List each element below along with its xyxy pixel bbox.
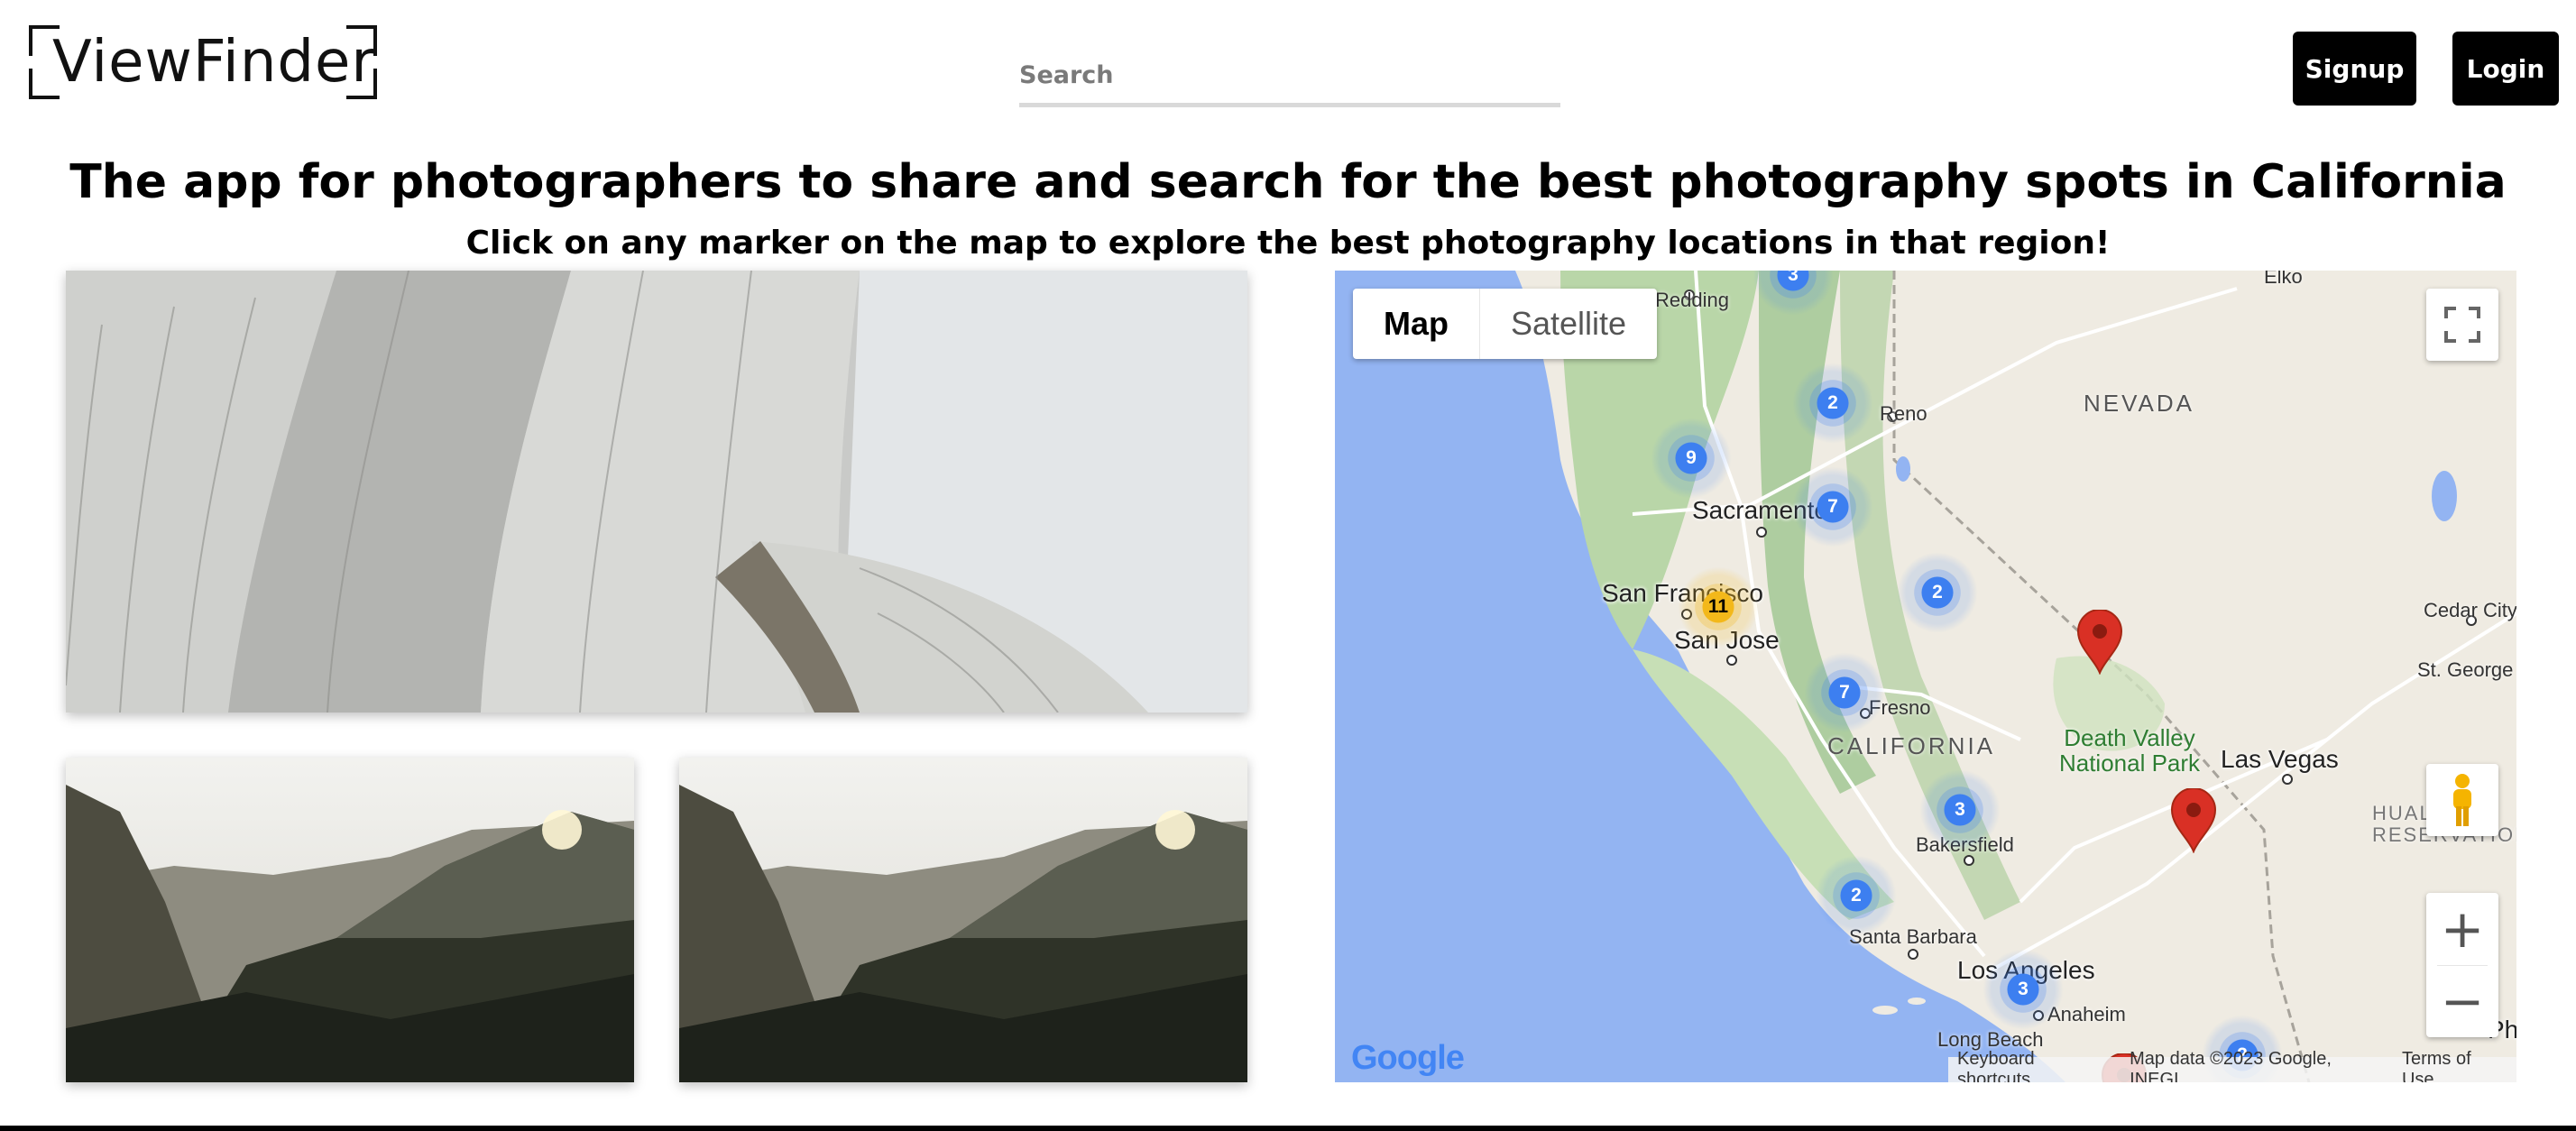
fullscreen-button[interactable] xyxy=(2426,289,2498,361)
logo-wordmark: ViewFinder xyxy=(52,29,376,96)
map-cluster-marker[interactable]: 2 xyxy=(1792,363,1873,444)
google-logo-text: Google xyxy=(1351,1039,1465,1077)
map-cluster-marker[interactable]: 2 xyxy=(1897,552,1978,633)
map-label-death-valley: Death Valley National Park xyxy=(2058,724,2201,777)
map-label-nevada: NEVADA xyxy=(2084,390,2194,417)
map-cluster-marker[interactable]: 9 xyxy=(1651,418,1732,499)
architecture-image xyxy=(66,271,1247,713)
search-input[interactable] xyxy=(1019,47,1560,107)
page-title: The app for photographers to share and s… xyxy=(69,155,2507,209)
california-map[interactable]: Redding Elko Reno NEVADA Sacramento San … xyxy=(1335,271,2516,1082)
zoom-in-icon[interactable]: + xyxy=(2426,893,2498,965)
map-label-st-george: St. George xyxy=(2417,658,2514,681)
map-type-map-button[interactable]: Map xyxy=(1353,289,1479,359)
map-pin-icon[interactable] xyxy=(2076,610,2123,675)
map-label-las-vegas: Las Vegas xyxy=(2221,745,2339,773)
map-type-toggle[interactable]: Map Satellite xyxy=(1353,289,1658,359)
viewfinder-logo[interactable]: ViewFinder xyxy=(29,25,377,99)
map-label-reno: Reno xyxy=(1880,402,1927,425)
cluster-count: 3 xyxy=(1955,799,1965,820)
cluster-count: 2 xyxy=(1932,582,1943,602)
map-cluster-marker[interactable]: 7 xyxy=(1804,652,1885,733)
cluster-count: 2 xyxy=(1827,392,1838,413)
zoom-control[interactable]: + − xyxy=(2426,893,2498,1037)
fullscreen-icon xyxy=(2444,307,2480,343)
pegman-icon xyxy=(2453,774,2471,826)
featured-photo-architecture[interactable] xyxy=(66,271,1247,713)
login-button[interactable]: Login xyxy=(2452,32,2559,106)
map-cluster-marker[interactable]: 3 xyxy=(1983,949,2064,1030)
keyboard-shortcuts-link[interactable]: Keyboard shortcuts xyxy=(1948,1049,2121,1082)
terms-of-use-link[interactable]: Terms of Use xyxy=(2393,1049,2516,1082)
signup-button[interactable]: Signup xyxy=(2293,32,2416,106)
page-subtitle: Click on any marker on the map to explor… xyxy=(465,225,2111,262)
cluster-count: 9 xyxy=(1686,447,1697,468)
cluster-count: 11 xyxy=(1707,596,1729,617)
map-data-credit: Map data ©2023 Google, INEGI xyxy=(2130,1049,2332,1082)
map-type-satellite-button[interactable]: Satellite xyxy=(1479,289,1657,359)
map-label-california: CALIFORNIA xyxy=(1827,732,1996,759)
cluster-count: 2 xyxy=(1851,885,1862,906)
zoom-out-icon[interactable]: − xyxy=(2426,966,2498,1038)
google-logo[interactable]: Google xyxy=(1351,1039,1465,1078)
map-label-elko: Elko xyxy=(2264,271,2303,288)
map-cluster-marker[interactable]: 11 xyxy=(1678,566,1759,648)
page-bottom-border xyxy=(0,1126,2576,1131)
photo-mountain-valley[interactable] xyxy=(66,758,634,1082)
cluster-count: 7 xyxy=(1839,682,1850,703)
map-pin-icon[interactable] xyxy=(2170,788,2217,853)
map-cluster-marker[interactable]: 3 xyxy=(1919,769,2001,851)
mountain-image xyxy=(679,758,1247,1082)
mountain-image xyxy=(66,758,634,1082)
map-label-redding: Redding xyxy=(1655,289,1729,311)
map-terrain xyxy=(1335,271,2516,1082)
photo-mountain-valley[interactable] xyxy=(679,758,1247,1082)
map-attribution: Keyboard shortcuts Map data ©2023 Google… xyxy=(1948,1049,2516,1082)
cluster-count: 3 xyxy=(1788,271,1799,285)
cluster-count: 3 xyxy=(2018,979,2029,999)
street-view-button[interactable] xyxy=(2426,764,2498,836)
map-label-cedar-city: Cedar City xyxy=(2424,599,2516,621)
cluster-count: 7 xyxy=(1827,496,1838,517)
map-cluster-marker[interactable]: 2 xyxy=(1816,855,1897,936)
map-cluster-marker[interactable]: 7 xyxy=(1792,466,1873,547)
